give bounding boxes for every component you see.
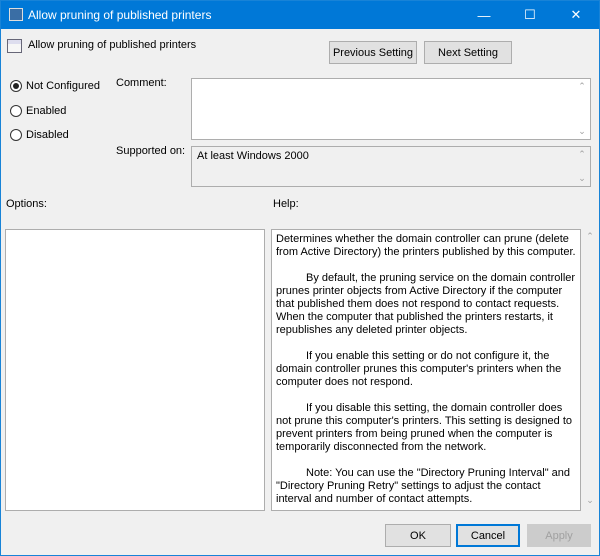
radio-not-configured[interactable]: Not Configured <box>10 80 100 92</box>
scroll-down-icon[interactable]: ⌄ <box>575 173 589 184</box>
help-label: Help: <box>273 198 299 210</box>
setting-icon <box>7 39 22 53</box>
help-text-panel: Determines whether the domain controller… <box>271 229 581 511</box>
supported-on-label: Supported on: <box>116 145 185 157</box>
help-paragraph: If you enable this setting or do not con… <box>276 350 576 389</box>
help-paragraph: Note: You can use the "Directory Pruning… <box>276 467 576 506</box>
comment-input[interactable]: ⌃ ⌄ <box>191 78 591 140</box>
window-title: Allow pruning of published printers <box>28 8 211 22</box>
radio-label: Not Configured <box>26 80 100 92</box>
policy-dialog: Allow pruning of published printers — ☐ … <box>0 0 600 556</box>
radio-enabled[interactable]: Enabled <box>10 105 66 117</box>
radio-label: Enabled <box>26 105 66 117</box>
comment-label: Comment: <box>116 77 167 89</box>
options-panel <box>5 229 265 511</box>
cancel-button[interactable]: Cancel <box>456 524 520 547</box>
scroll-down-icon[interactable]: ⌄ <box>575 126 589 137</box>
help-scroll-down-icon[interactable]: ⌄ <box>583 495 597 506</box>
scroll-up-icon[interactable]: ⌃ <box>575 81 589 92</box>
minimize-button[interactable]: — <box>461 1 507 29</box>
radio-disabled[interactable]: Disabled <box>10 129 69 141</box>
supported-on-value: At least Windows 2000 <box>197 150 309 162</box>
scroll-up-icon[interactable]: ⌃ <box>575 149 589 160</box>
help-paragraph: By default, the pruning service on the d… <box>276 272 576 337</box>
ok-button[interactable]: OK <box>385 524 451 547</box>
help-paragraph: If you disable this setting, the domain … <box>276 402 576 454</box>
policy-name: Allow pruning of published printers <box>28 39 196 51</box>
next-setting-button[interactable]: Next Setting <box>424 41 512 64</box>
help-paragraph: Determines whether the domain controller… <box>276 233 576 259</box>
apply-button[interactable]: Apply <box>527 524 591 547</box>
policy-icon <box>9 8 23 21</box>
radio-label: Disabled <box>26 129 69 141</box>
close-button[interactable]: ✕ <box>553 1 599 29</box>
maximize-button[interactable]: ☐ <box>507 1 553 29</box>
options-label: Options: <box>6 198 47 210</box>
radio-circle[interactable] <box>10 80 22 92</box>
previous-setting-button[interactable]: Previous Setting <box>329 41 417 64</box>
supported-on-field: At least Windows 2000 ⌃ ⌄ <box>191 146 591 187</box>
title-bar: Allow pruning of published printers — ☐ … <box>1 1 599 29</box>
radio-circle[interactable] <box>10 105 22 117</box>
radio-circle[interactable] <box>10 129 22 141</box>
help-scroll-up-icon[interactable]: ⌃ <box>583 231 597 242</box>
